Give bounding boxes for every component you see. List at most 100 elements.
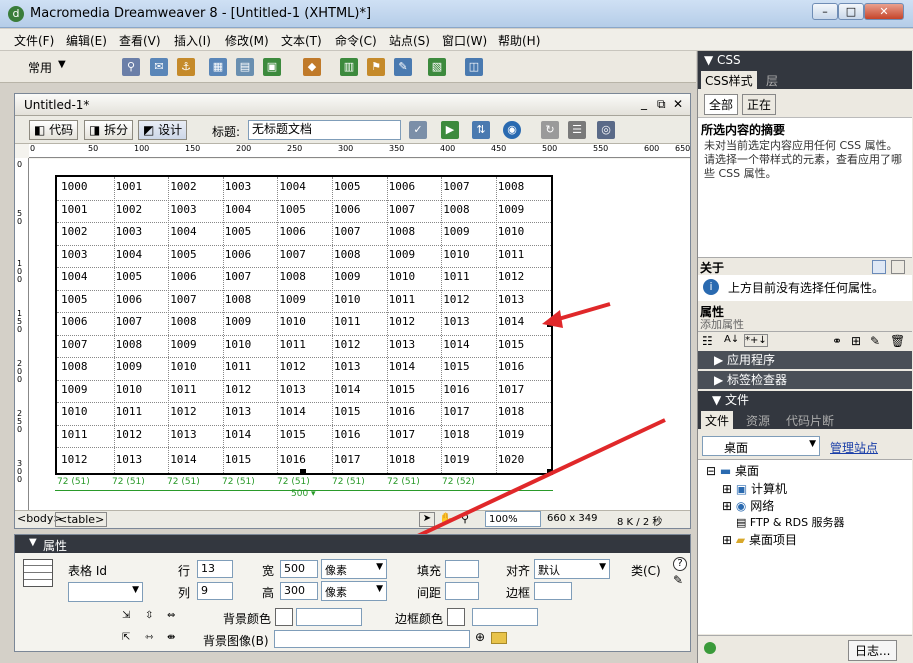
- quick-tag-icon[interactable]: ✎: [673, 573, 683, 587]
- spacing-input[interactable]: [445, 582, 479, 600]
- log-button[interactable]: 日志...: [848, 640, 898, 661]
- chevron-down-icon: ▼: [376, 584, 383, 594]
- annotation-arrow: [554, 302, 611, 322]
- point-to-file-icon[interactable]: ⊕: [475, 630, 485, 644]
- files-panel-header[interactable]: ▼ 文件: [698, 391, 912, 409]
- alpha-sort-icon[interactable]: A↓: [724, 334, 739, 345]
- width-input[interactable]: 500: [280, 560, 318, 578]
- about-panel-icon[interactable]: [891, 260, 905, 274]
- width-label: 宽: [262, 564, 275, 578]
- tree-item-computer[interactable]: ⊞ ▣ 计算机: [722, 480, 787, 497]
- table-id-select[interactable]: ▼: [68, 582, 143, 602]
- application-panel-header[interactable]: ▶ 应用程序: [698, 351, 912, 369]
- bgcolor-label: 背景颜色: [223, 612, 272, 626]
- collapse-icon[interactable]: ▼: [29, 537, 37, 548]
- cols-input[interactable]: 9: [197, 582, 233, 600]
- chevron-down-icon: ▼: [132, 585, 139, 595]
- edit-style-icon[interactable]: ✎: [870, 334, 880, 348]
- width-unit-select[interactable]: 像素 ▼: [321, 559, 387, 579]
- tab-layers[interactable]: 层: [766, 72, 778, 89]
- clear-row-heights-icon[interactable]: ⇲: [122, 610, 130, 621]
- height-input[interactable]: 300: [280, 582, 318, 600]
- align-value: 默认: [538, 564, 560, 577]
- about-title: 关于: [700, 261, 725, 275]
- file-tree: ⊟ ▬ 桌面 ⊞ ▣ 计算机 ⊞ ◉ 网络 ▤ FTP & RDS 服务器 ⊞ …: [698, 459, 912, 634]
- spacing-label: 间距: [417, 586, 442, 600]
- about-panel-icon[interactable]: [872, 260, 886, 274]
- width-unit-value: 像素: [325, 564, 347, 577]
- tab-assets[interactable]: 资源: [746, 412, 770, 429]
- about-header: 关于: [698, 257, 912, 275]
- site-value: 桌面: [724, 441, 749, 455]
- table-id-label: 表格 Id: [68, 564, 107, 578]
- border-input[interactable]: [534, 582, 572, 600]
- manage-sites-link[interactable]: 管理站点: [830, 439, 878, 456]
- help-icon[interactable]: ?: [673, 557, 687, 571]
- tree-label: 桌面项目: [748, 533, 797, 547]
- bordercolor-input[interactable]: [472, 608, 538, 626]
- tab-css-styles[interactable]: CSS样式: [701, 71, 757, 90]
- convert-percent-icon[interactable]: ⇿: [145, 632, 153, 643]
- chevron-down-icon: ▼: [809, 439, 816, 449]
- annotation-arrowhead: [542, 310, 563, 328]
- server-icon: ▤: [736, 516, 747, 529]
- tree-item-network[interactable]: ⊞ ◉ 网络: [722, 497, 774, 514]
- css-panel-header[interactable]: ▼ CSS: [698, 51, 912, 69]
- new-rule-icon[interactable]: ⊞: [851, 334, 861, 348]
- mode-all-button[interactable]: 全部: [704, 94, 739, 115]
- tree-item-desktop[interactable]: ⊟ ▬ 桌面: [706, 462, 759, 479]
- attach-style-icon[interactable]: ⚭: [832, 334, 842, 348]
- convert-widths-icon[interactable]: ⇔: [167, 610, 175, 621]
- padding-input[interactable]: [445, 560, 479, 578]
- site-select[interactable]: 桌面 ▼: [702, 436, 820, 456]
- rows-label: 行: [178, 564, 191, 578]
- category-view-icon[interactable]: ☷: [702, 334, 713, 348]
- table-icon: [23, 559, 53, 587]
- files-tabs: 文件 资源 代码片断: [698, 409, 912, 430]
- tree-label: FTP & RDS 服务器: [749, 516, 845, 529]
- cols-label: 列: [178, 586, 191, 600]
- padding-label: 填充: [417, 564, 442, 578]
- folder-icon: ▰: [735, 533, 746, 547]
- clear-widths-icon[interactable]: ⇼: [167, 632, 175, 643]
- tree-item-desktop-items[interactable]: ⊞ ▰ 桌面项目: [722, 531, 797, 548]
- computer-icon: ▣: [735, 482, 748, 496]
- convert-pixels-icon[interactable]: ⇱: [122, 632, 130, 643]
- property-title: 属性: [43, 539, 68, 553]
- property-header: ▼ 属性: [15, 535, 690, 553]
- height-unit-select[interactable]: 像素 ▼: [321, 581, 387, 601]
- bgcolor-input[interactable]: [296, 608, 362, 626]
- right-panel-group: ▼ CSS CSS样式 层 全部 正在 所选内容的摘要 未对当前选定内容应用任何…: [697, 51, 913, 663]
- files-panel-title: 文件: [725, 393, 750, 407]
- about-text: 上方目前没有选择任何属性。: [728, 281, 885, 295]
- folder-icon[interactable]: [491, 632, 507, 644]
- clear-col-widths-icon[interactable]: ⇳: [145, 610, 153, 621]
- height-label: 高: [262, 586, 275, 600]
- align-select[interactable]: 默认 ▼: [534, 559, 610, 579]
- info-icon: i: [703, 279, 719, 295]
- panel-status-bar: 日志...: [698, 635, 912, 663]
- bgimage-label: 背景图像(B): [203, 634, 269, 648]
- tree-item-ftp[interactable]: ▤ FTP & RDS 服务器: [736, 514, 845, 530]
- border-label: 边框: [506, 586, 531, 600]
- application-panel-title: 应用程序: [727, 353, 776, 367]
- css-tabs: CSS样式 层: [698, 69, 912, 90]
- attributes-title: 属性: [700, 305, 725, 319]
- mode-current-button[interactable]: 正在: [742, 94, 777, 115]
- summary-box: 所选内容的摘要 未对当前选定内容应用任何 CSS 属性。请选择一个带样式的元素，…: [698, 117, 912, 257]
- rows-input[interactable]: 13: [197, 560, 233, 578]
- delete-icon[interactable]: 🗑: [890, 334, 905, 348]
- tree-label: 计算机: [751, 482, 788, 496]
- bordercolor-label: 边框颜色: [395, 612, 444, 626]
- bgcolor-swatch[interactable]: [275, 608, 293, 626]
- bgimage-input[interactable]: [274, 630, 470, 648]
- tab-snippets[interactable]: 代码片断: [786, 412, 834, 429]
- set-properties-icon[interactable]: *+↓: [744, 334, 768, 347]
- summary-text: 未对当前选定内容应用任何 CSS 属性。请选择一个带样式的元素，查看应用了哪些 …: [704, 139, 902, 180]
- tab-files[interactable]: 文件: [701, 411, 734, 430]
- tag-inspector-header[interactable]: ▶ 标签检查器: [698, 371, 912, 389]
- chevron-down-icon: ▼: [599, 562, 606, 572]
- property-inspector: ▼ 属性 表格 Id ▼ 行 13 列 9 宽 500 像素 ▼ 高 300 像素…: [14, 534, 691, 652]
- add-attribute-row[interactable]: 添加属性: [700, 319, 800, 331]
- bordercolor-swatch[interactable]: [447, 608, 465, 626]
